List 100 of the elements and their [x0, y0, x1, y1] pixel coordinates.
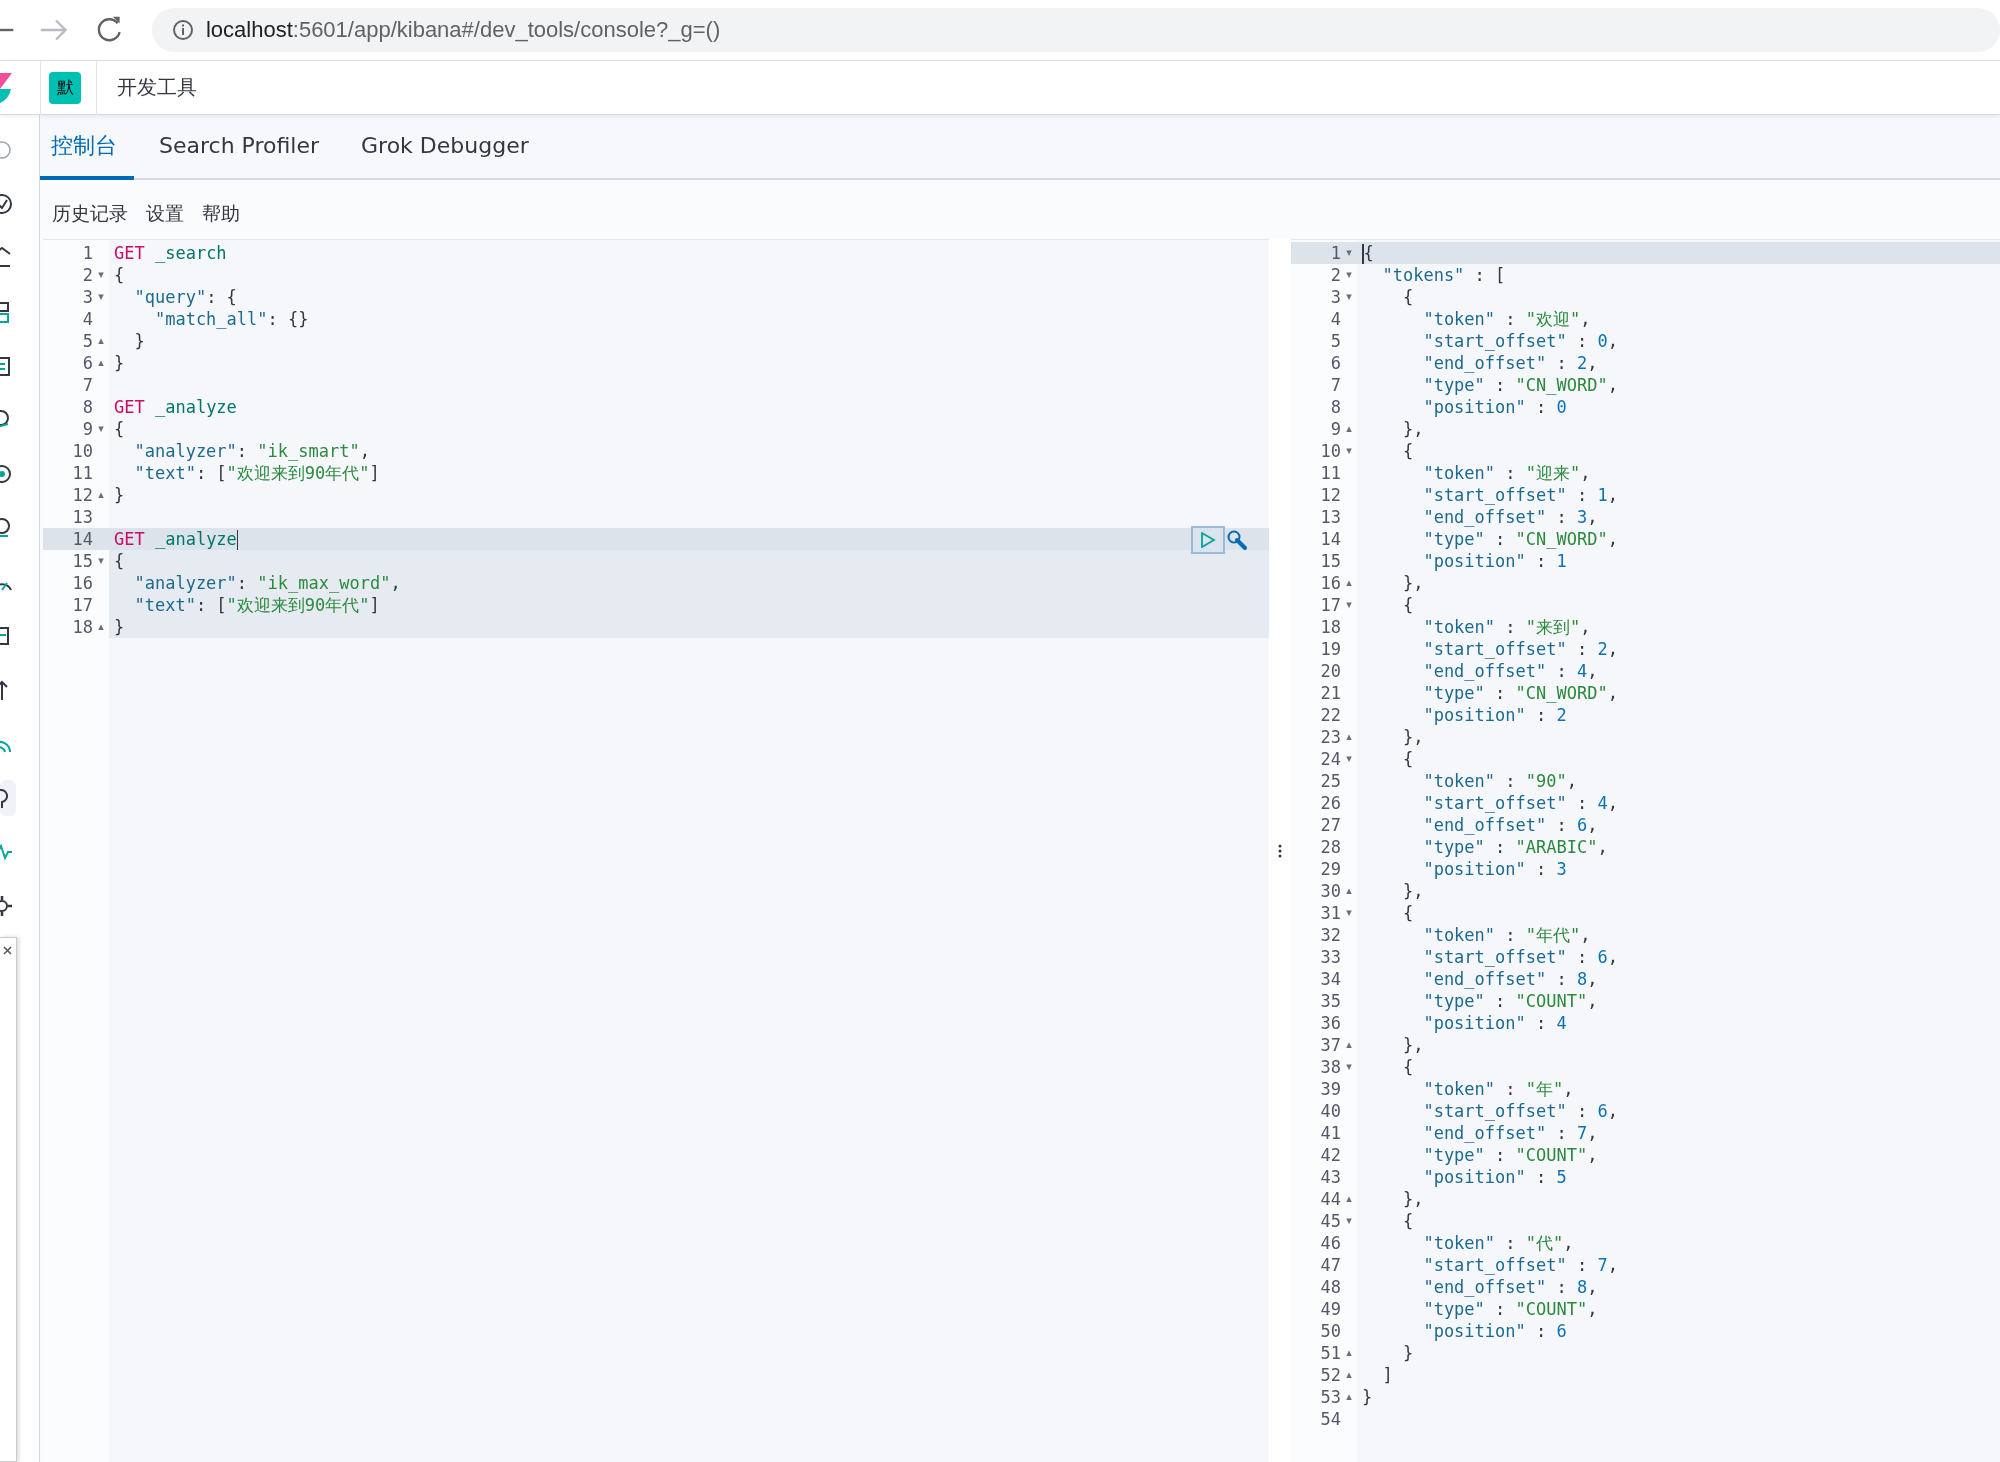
line-number: 9	[82, 418, 93, 440]
code-line: {	[1401, 748, 1414, 770]
fold-arrow[interactable]: ▴	[1346, 1364, 1352, 1386]
line-number: 45	[1320, 1210, 1341, 1232]
line-number: 5	[1330, 330, 1341, 352]
code-line: "position" : 3	[1422, 858, 1567, 880]
menu-link[interactable]: 帮助	[202, 200, 240, 227]
code-line: "start_offset" : 6,	[1422, 1100, 1618, 1122]
code-line: }	[114, 352, 125, 374]
code-line: "text": ["欢迎来到90年代"]	[133, 594, 380, 616]
line-number: 29	[1320, 858, 1341, 880]
line-number: 31	[1320, 902, 1341, 924]
code-line: "position" : 6	[1422, 1320, 1567, 1342]
line-number: 15	[1320, 550, 1341, 572]
line-number: 8	[1330, 396, 1341, 418]
line-number: 52	[1320, 1364, 1341, 1386]
line-number: 12	[1320, 484, 1341, 506]
code-line: },	[1401, 1034, 1424, 1056]
fold-arrow[interactable]: ▴	[1346, 726, 1352, 748]
line-number: 20	[1320, 660, 1341, 682]
line-number: 24	[1320, 748, 1341, 770]
code-line: "type" : "COUNT",	[1422, 1298, 1598, 1320]
space-avatar[interactable]: 默	[49, 71, 81, 104]
fold-arrow[interactable]: ▴	[98, 352, 104, 374]
line-number: 7	[82, 374, 93, 396]
line-number: 16	[72, 572, 93, 594]
url-text: localhost:5601/app/kibana#/dev_tools/console?_g=()	[205, 17, 721, 43]
line-number: 16	[1320, 572, 1341, 594]
fold-arrow[interactable]: ▾	[1346, 902, 1352, 924]
code-line: }	[114, 484, 125, 506]
code-line: "start_offset" : 0,	[1422, 330, 1618, 352]
code-line: "query": {	[133, 286, 237, 308]
line-number: 30	[1320, 880, 1341, 902]
fold-arrow[interactable]: ▴	[1346, 572, 1352, 594]
line-number: 47	[1320, 1254, 1341, 1276]
line-number: 14	[1320, 528, 1341, 550]
line-number: 2	[1330, 264, 1341, 286]
fold-arrow[interactable]: ▴	[1346, 1188, 1352, 1210]
line-number: 6	[1330, 352, 1341, 374]
fold-arrow[interactable]: ▴	[98, 616, 104, 638]
line-number: 7	[1330, 374, 1341, 396]
line-number: 12	[72, 484, 93, 506]
fold-arrow[interactable]: ▴	[1346, 1034, 1352, 1056]
tab[interactable]: Grok Debugger	[350, 115, 546, 180]
fold-arrow[interactable]: ▾	[1346, 264, 1352, 286]
fold-arrow[interactable]: ▾	[98, 418, 104, 440]
code-line: "match_all": {}	[153, 308, 309, 330]
line-number: 32	[1320, 924, 1341, 946]
code-line: "token" : "年代",	[1422, 924, 1591, 946]
fold-arrow[interactable]: ▴	[98, 330, 104, 352]
fold-arrow[interactable]: ▾	[1346, 440, 1352, 462]
tab[interactable]: Search Profiler	[148, 115, 337, 180]
fold-arrow[interactable]: ▾	[1346, 1056, 1352, 1078]
fold-arrow[interactable]: ▾	[98, 286, 104, 308]
code-line: {	[1401, 1210, 1414, 1232]
fold-arrow[interactable]: ▾	[98, 264, 104, 286]
fold-arrow[interactable]: ▴	[1346, 418, 1352, 440]
fold-arrow[interactable]: ▾	[1346, 242, 1352, 264]
code-line: },	[1401, 880, 1424, 902]
fold-arrow[interactable]: ▾	[1346, 748, 1352, 770]
line-number: 34	[1320, 968, 1341, 990]
line-number: 21	[1320, 682, 1341, 704]
address-bar[interactable]: localhost:5601/app/kibana#/dev_tools/console?_g=()	[151, 8, 2000, 52]
code-line: },	[1401, 418, 1424, 440]
tab[interactable]: 控制台	[40, 115, 134, 180]
line-number: 3	[1330, 286, 1341, 308]
code-line: "position" : 0	[1422, 396, 1567, 418]
code-line: "token" : "欢迎",	[1422, 308, 1591, 330]
code-line: {	[1401, 286, 1414, 308]
code-line: {	[1362, 242, 1374, 264]
code-line: GET _analyze	[114, 528, 239, 550]
menu-link[interactable]: 设置	[146, 200, 184, 227]
code-line: "start_offset" : 7,	[1422, 1254, 1618, 1276]
fold-arrow[interactable]: ▾	[98, 550, 104, 572]
line-number: 10	[1320, 440, 1341, 462]
code-line: "position" : 5	[1422, 1166, 1567, 1188]
fold-arrow[interactable]: ▾	[1346, 594, 1352, 616]
code-line: "start_offset" : 6,	[1422, 946, 1618, 968]
fold-arrow[interactable]: ▴	[1346, 1386, 1352, 1408]
fold-arrow[interactable]: ▴	[98, 484, 104, 506]
line-number: 6	[82, 352, 93, 374]
code-line: {	[114, 550, 125, 572]
line-number: 53	[1320, 1386, 1341, 1408]
code-line: "token" : "来到",	[1422, 616, 1591, 638]
code-line: ]	[1381, 1364, 1393, 1386]
code-line: "type" : "CN_WORD",	[1422, 374, 1618, 396]
code-line: "type" : "COUNT",	[1422, 990, 1598, 1012]
fold-arrow[interactable]: ▾	[1346, 1210, 1352, 1232]
code-line: "token" : "迎来",	[1422, 462, 1591, 484]
line-number: 33	[1320, 946, 1341, 968]
line-number: 26	[1320, 792, 1341, 814]
fold-arrow[interactable]: ▴	[1346, 880, 1352, 902]
fold-arrow[interactable]: ▾	[1346, 286, 1352, 308]
line-number: 11	[1320, 462, 1341, 484]
menu-link[interactable]: 历史记录	[52, 200, 128, 227]
line-number: 40	[1320, 1100, 1341, 1122]
code-line: "tokens" : [	[1381, 264, 1506, 286]
line-number: 39	[1320, 1078, 1341, 1100]
line-number: 48	[1320, 1276, 1341, 1298]
fold-arrow[interactable]: ▴	[1346, 1342, 1352, 1364]
